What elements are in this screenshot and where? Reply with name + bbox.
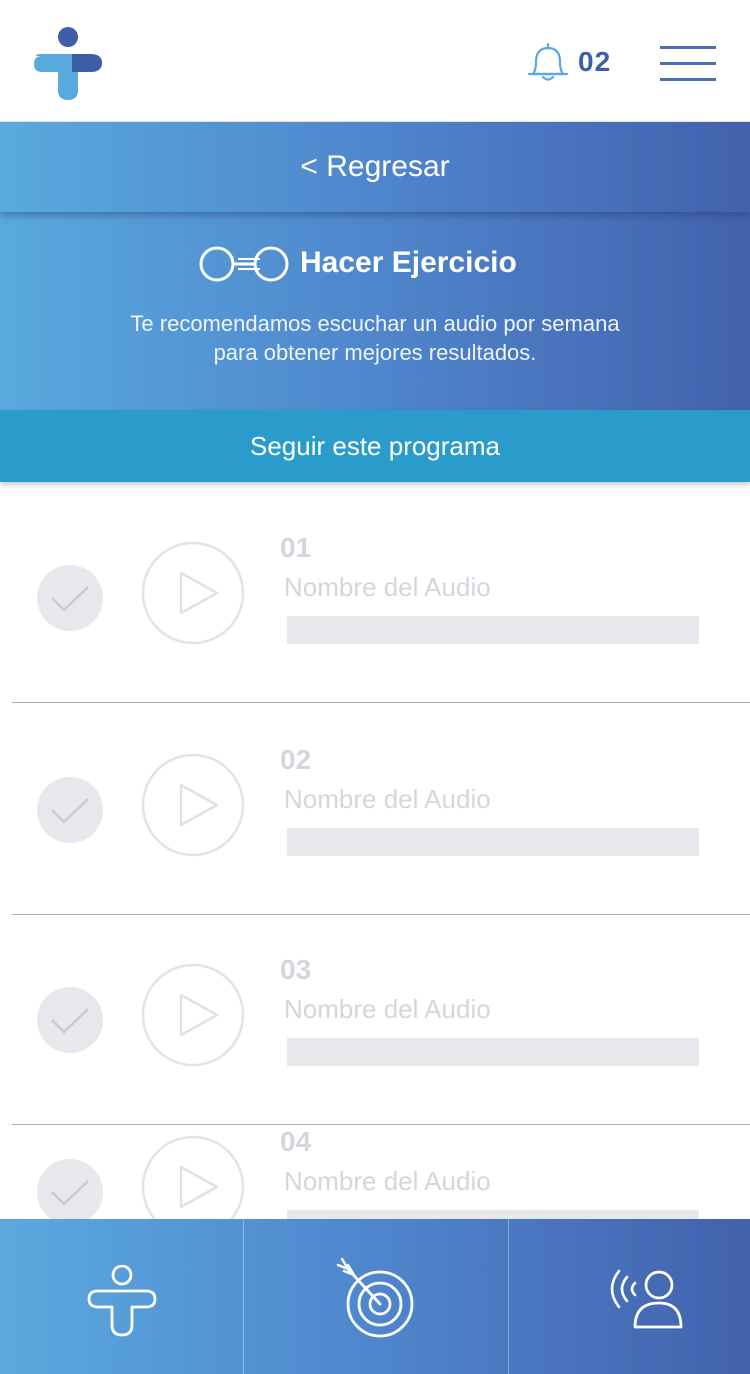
person-logo-icon: [87, 1265, 157, 1337]
audio-progress-bar: [287, 616, 699, 644]
audio-progress-bar: [287, 1038, 699, 1066]
nav-profile[interactable]: [509, 1219, 750, 1374]
hamburger-menu-icon[interactable]: [658, 42, 718, 84]
bottom-nav: [0, 1219, 750, 1374]
audio-progress-bar: [287, 828, 699, 856]
follow-program-button[interactable]: Seguir este programa: [0, 410, 750, 482]
audio-name: Nombre del Audio: [284, 784, 491, 814]
back-label: < Regresar: [300, 150, 450, 183]
check-icon[interactable]: [36, 564, 104, 632]
play-icon[interactable]: [141, 541, 245, 645]
follow-program-label: Seguir este programa: [249, 431, 501, 461]
nav-home[interactable]: [0, 1219, 243, 1374]
list-item[interactable]: 04 Nombre del Audio: [0, 1076, 750, 1222]
app-logo-icon[interactable]: [30, 26, 106, 102]
audio-number: 04: [280, 1126, 312, 1157]
audio-number: 02: [280, 744, 312, 775]
exercise-description-line1: Te recomendamos escuchar un audio por se…: [130, 311, 620, 336]
exercise-description-line2: para obtener mejores resultados.: [213, 340, 537, 365]
check-icon[interactable]: [36, 776, 104, 844]
nav-goals[interactable]: [244, 1219, 508, 1374]
play-icon[interactable]: [141, 753, 245, 857]
play-icon[interactable]: [141, 1135, 245, 1222]
play-icon[interactable]: [141, 963, 245, 1067]
exercise-path-icon: [199, 246, 289, 282]
bell-icon[interactable]: [527, 42, 569, 82]
audio-name: Nombre del Audio: [284, 994, 491, 1024]
top-bar: 02: [0, 0, 750, 122]
back-button[interactable]: < Regresar: [0, 122, 750, 212]
audio-name: Nombre del Audio: [284, 572, 491, 602]
target-icon: [336, 1257, 414, 1338]
exercise-title: Hacer Ejercicio: [300, 246, 517, 279]
check-icon[interactable]: [36, 1158, 104, 1222]
check-icon[interactable]: [36, 986, 104, 1054]
list-item[interactable]: 01 Nombre del Audio: [0, 482, 750, 694]
audio-number: 03: [280, 954, 312, 985]
list-item[interactable]: 02 Nombre del Audio: [0, 694, 750, 906]
audio-number: 01: [280, 532, 312, 563]
voice-profile-icon: [610, 1269, 683, 1329]
audio-list: 01 Nombre del Audio 02 Nombre del Audio …: [0, 482, 750, 1222]
audio-name: Nombre del Audio: [284, 1166, 491, 1196]
notification-count: 02: [578, 46, 612, 77]
